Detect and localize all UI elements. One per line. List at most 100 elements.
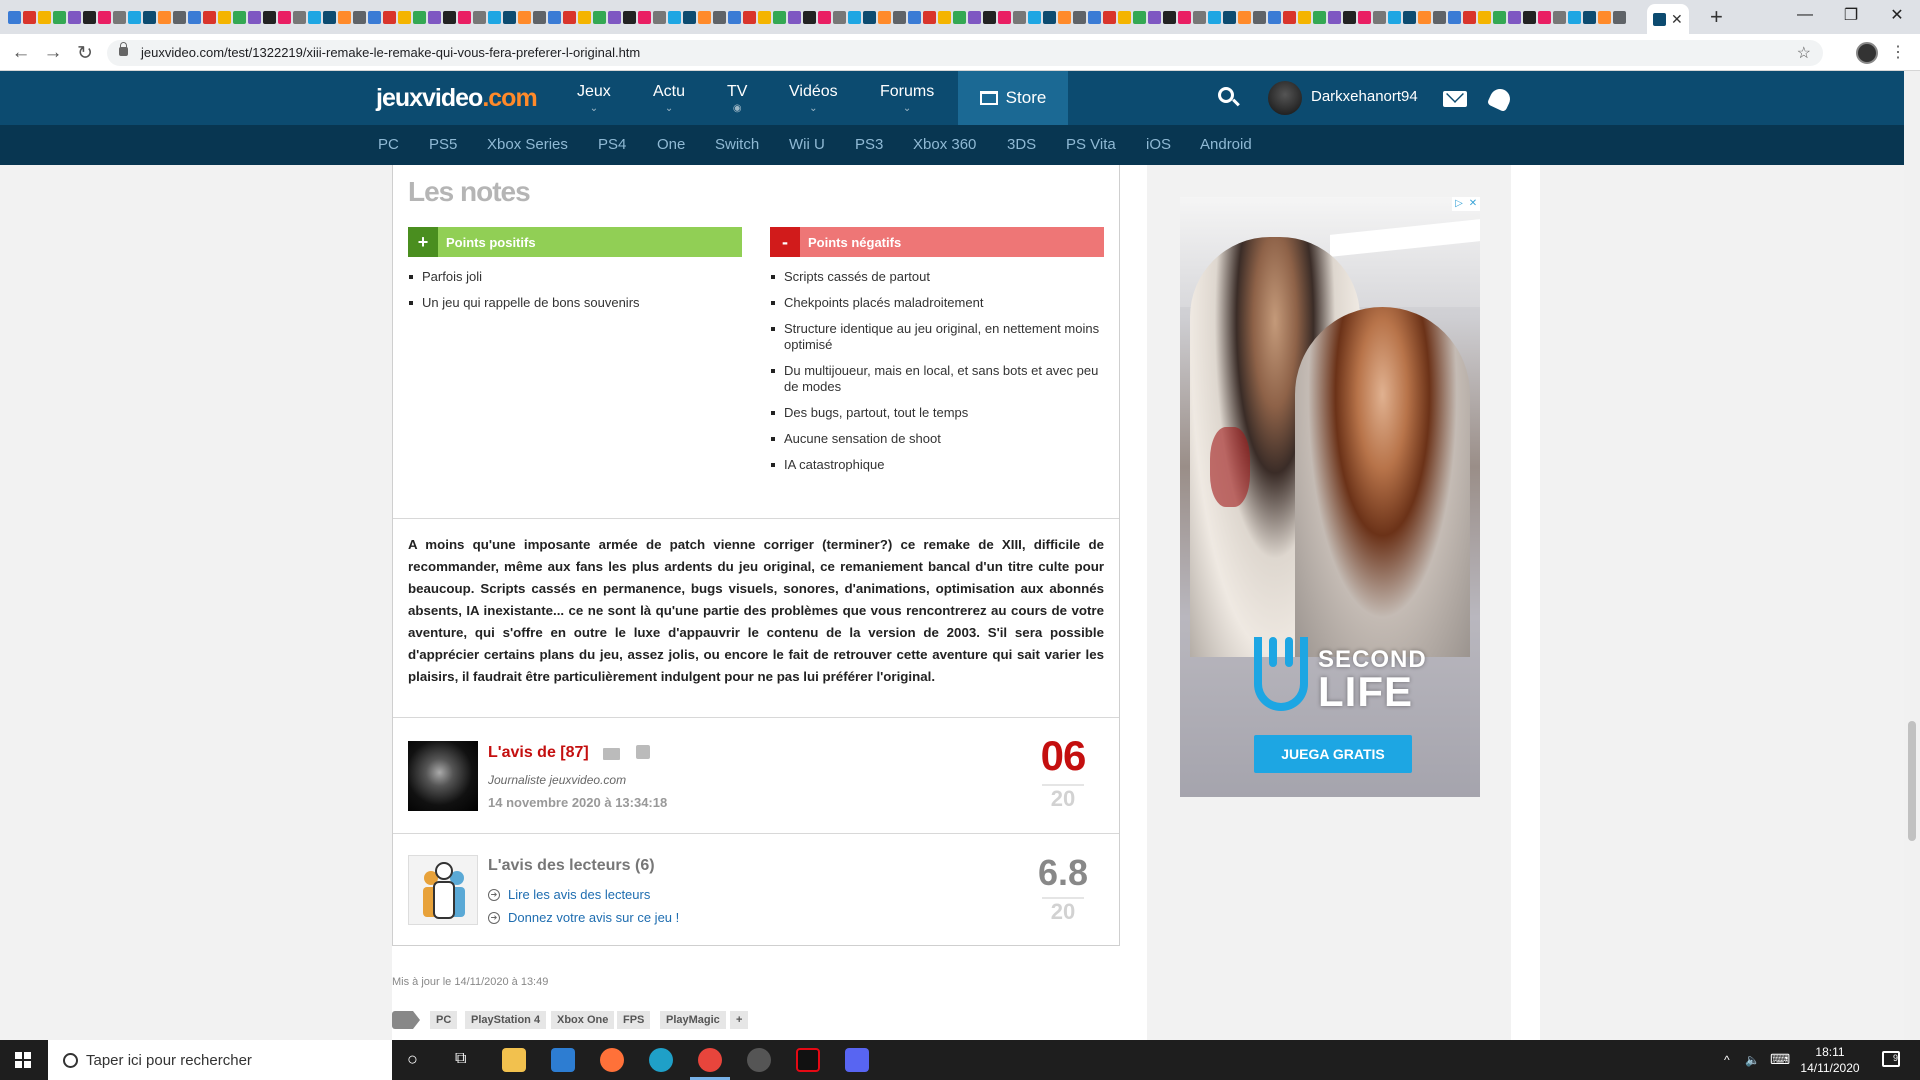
- reload-button[interactable]: ↻: [72, 40, 98, 66]
- close-tab-icon[interactable]: ✕: [1671, 11, 1683, 28]
- tab-favicon-icon[interactable]: [578, 10, 591, 24]
- tag-more[interactable]: +: [730, 1011, 749, 1029]
- tab-favicon-icon[interactable]: [818, 10, 831, 24]
- platform-ps-vita[interactable]: PS Vita: [1066, 136, 1116, 153]
- tag-playmagic[interactable]: PlayMagic: [660, 1011, 726, 1029]
- active-tab[interactable]: ✕: [1647, 4, 1689, 34]
- new-tab-button[interactable]: +: [1710, 4, 1723, 30]
- tab-favicon-icon[interactable]: [218, 10, 231, 24]
- read-reader-reviews-link[interactable]: ➔ Lire les avis des lecteurs: [488, 887, 650, 902]
- tab-favicon-icon[interactable]: [953, 10, 966, 24]
- tab-favicon-icon[interactable]: [983, 10, 996, 24]
- tab-favicon-icon[interactable]: [1133, 10, 1146, 24]
- nav-forums[interactable]: Forums ⌄: [880, 83, 934, 114]
- tab-favicon-icon[interactable]: [143, 10, 156, 24]
- tab-favicon-icon[interactable]: [608, 10, 621, 24]
- twitter-icon[interactable]: [636, 745, 650, 759]
- give-review-link[interactable]: ➔ Donnez votre avis sur ce jeu !: [488, 910, 679, 925]
- tab-favicon-icon[interactable]: [278, 10, 291, 24]
- tab-favicon-icon[interactable]: [863, 10, 876, 24]
- tab-favicon-icon[interactable]: [113, 10, 126, 24]
- tab-favicon-icon[interactable]: [8, 10, 21, 24]
- platform-xbox-series[interactable]: Xbox Series: [487, 136, 568, 153]
- tab-favicon-icon[interactable]: [383, 10, 396, 24]
- tab-favicon-icon[interactable]: [1388, 10, 1401, 24]
- platform-3ds[interactable]: 3DS: [1007, 136, 1036, 153]
- tab-favicon-icon[interactable]: [653, 10, 666, 24]
- nav-actu[interactable]: Actu ⌄: [653, 83, 685, 114]
- tab-favicon-icon[interactable]: [1358, 10, 1371, 24]
- url-text[interactable]: jeuxvideo.com/test/1322219/xiii-remake-l…: [141, 45, 640, 60]
- notification-bell-icon[interactable]: [1486, 85, 1514, 113]
- tab-favicon-icon[interactable]: [1583, 10, 1596, 24]
- tab-favicon-icon[interactable]: [1223, 10, 1236, 24]
- netflix-icon[interactable]: [796, 1048, 820, 1072]
- tab-favicon-icon[interactable]: [1478, 10, 1491, 24]
- username[interactable]: Darkxehanort94: [1311, 88, 1418, 105]
- tab-favicon-icon[interactable]: [1088, 10, 1101, 24]
- cortana-icon[interactable]: ○: [407, 1049, 418, 1070]
- tab-favicon-icon[interactable]: [488, 10, 501, 24]
- tab-favicon-icon[interactable]: [1013, 10, 1026, 24]
- tab-favicon-icon[interactable]: [1538, 10, 1551, 24]
- tab-favicon-icon[interactable]: [188, 10, 201, 24]
- tab-favicon-icon[interactable]: [1208, 10, 1221, 24]
- tab-favicon-icon[interactable]: [38, 10, 51, 24]
- forward-button[interactable]: →: [40, 40, 66, 66]
- tab-favicon-icon[interactable]: [833, 10, 846, 24]
- tab-favicon-icon[interactable]: [1613, 10, 1626, 24]
- browser-menu-icon[interactable]: ⋮: [1890, 42, 1906, 62]
- tab-favicon-icon[interactable]: [1328, 10, 1341, 24]
- tab-favicon-icon[interactable]: [743, 10, 756, 24]
- site-logo[interactable]: jeuxvideo.com: [376, 84, 538, 113]
- page-scrollbar[interactable]: [1904, 71, 1920, 1040]
- tab-favicon-icon[interactable]: [203, 10, 216, 24]
- tab-favicon-icon[interactable]: [668, 10, 681, 24]
- tab-favicon-icon[interactable]: [1568, 10, 1581, 24]
- ad-cta-button[interactable]: JUEGA GRATIS: [1254, 735, 1412, 773]
- tab-favicon-icon[interactable]: [1373, 10, 1386, 24]
- volume-icon[interactable]: 🔈: [1745, 1053, 1760, 1067]
- tab-favicon-icon[interactable]: [428, 10, 441, 24]
- tab-favicon-icon[interactable]: [413, 10, 426, 24]
- tab-favicon-icon[interactable]: [293, 10, 306, 24]
- tab-favicon-icon[interactable]: [698, 10, 711, 24]
- tag-playstation-4[interactable]: PlayStation 4: [465, 1011, 547, 1029]
- platform-xbox-360[interactable]: Xbox 360: [913, 136, 976, 153]
- tab-favicon-icon[interactable]: [98, 10, 111, 24]
- platform-ios[interactable]: iOS: [1146, 136, 1171, 153]
- discord-icon[interactable]: [845, 1048, 869, 1072]
- taskbar-search-input[interactable]: Taper ici pour rechercher: [48, 1040, 392, 1080]
- bookmark-star-icon[interactable]: ☆: [1797, 43, 1811, 63]
- platform-pc[interactable]: PC: [378, 136, 399, 153]
- platform-wii-u[interactable]: Wii U: [789, 136, 825, 153]
- tab-favicon-icon[interactable]: [1028, 10, 1041, 24]
- tab-favicon-icon[interactable]: [788, 10, 801, 24]
- edge-icon[interactable]: [649, 1048, 673, 1072]
- platform-android[interactable]: Android: [1200, 136, 1252, 153]
- pinned-tabs[interactable]: [0, 0, 1640, 34]
- tab-favicon-icon[interactable]: [128, 10, 141, 24]
- review-author-title[interactable]: L'avis de [87]: [488, 744, 589, 762]
- tab-favicon-icon[interactable]: [1448, 10, 1461, 24]
- platform-one[interactable]: One: [657, 136, 685, 153]
- nav-jeux[interactable]: Jeux ⌄: [577, 83, 611, 114]
- tab-favicon-icon[interactable]: [638, 10, 651, 24]
- platform-switch[interactable]: Switch: [715, 136, 759, 153]
- tab-favicon-icon[interactable]: [1418, 10, 1431, 24]
- tab-favicon-icon[interactable]: [1178, 10, 1191, 24]
- readers-review-title[interactable]: L'avis des lecteurs (6): [488, 857, 655, 875]
- chrome-icon[interactable]: [698, 1048, 722, 1072]
- back-button[interactable]: ←: [8, 40, 34, 66]
- tab-favicon-icon[interactable]: [893, 10, 906, 24]
- tab-favicon-icon[interactable]: [1043, 10, 1056, 24]
- tab-favicon-icon[interactable]: [728, 10, 741, 24]
- tab-favicon-icon[interactable]: [683, 10, 696, 24]
- tab-favicon-icon[interactable]: [1253, 10, 1266, 24]
- tab-favicon-icon[interactable]: [938, 10, 951, 24]
- advertisement[interactable]: ▷ ✕ SECOND LIFE JUEGA GRATIS: [1180, 197, 1480, 797]
- tab-favicon-icon[interactable]: [323, 10, 336, 24]
- tab-favicon-icon[interactable]: [563, 10, 576, 24]
- tab-favicon-icon[interactable]: [173, 10, 186, 24]
- tab-favicon-icon[interactable]: [1298, 10, 1311, 24]
